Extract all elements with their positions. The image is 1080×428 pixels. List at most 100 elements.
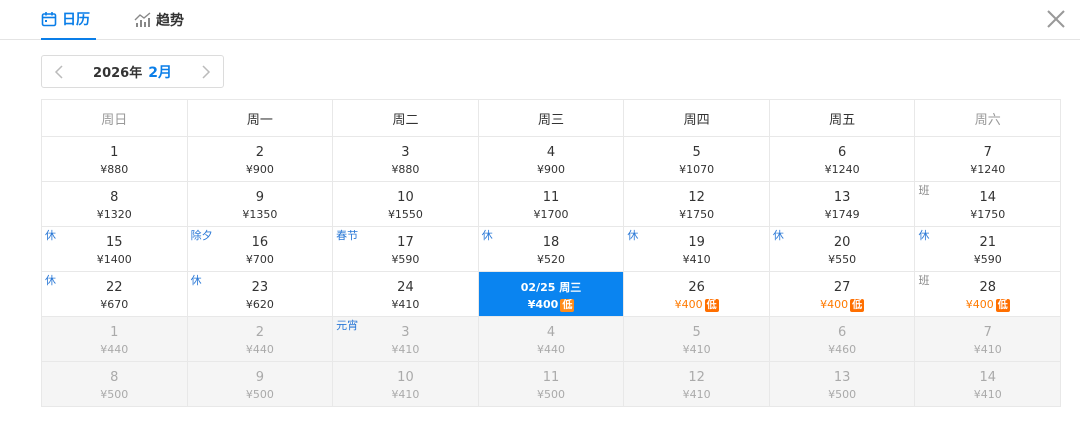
day-price: ¥440 <box>245 343 274 356</box>
day-price: ¥880 <box>100 163 129 176</box>
day-number: 2 <box>255 145 264 160</box>
day-cell[interactable]: 8 ¥500 <box>42 362 188 407</box>
day-cell[interactable]: 休 23 ¥620 <box>187 272 334 317</box>
day-cell[interactable]: 11 ¥1700 <box>478 182 625 227</box>
day-cell[interactable]: 休 22 ¥670 <box>42 272 188 317</box>
day-price: ¥700 <box>245 253 274 266</box>
day-price: ¥1070 <box>679 163 715 176</box>
day-cell[interactable]: 6 ¥460 <box>769 317 916 362</box>
day-cell[interactable]: 9 ¥500 <box>187 362 334 407</box>
day-cell[interactable]: 4 ¥440 <box>478 317 625 362</box>
day-number: 1 <box>110 145 119 160</box>
day-cell-selected[interactable]: 02/25 周三 ¥400 低 <box>478 272 625 317</box>
day-number: 26 <box>688 280 705 295</box>
day-cell[interactable]: 10 ¥410 <box>333 362 479 407</box>
tab-trend[interactable]: 趋势 <box>134 0 184 40</box>
day-cell[interactable]: 9 ¥1350 <box>187 182 334 227</box>
day-cell[interactable]: 6 ¥1240 <box>769 137 916 182</box>
tab-calendar[interactable]: 日历 <box>41 0 96 40</box>
day-number: 22 <box>106 280 123 295</box>
day-cell[interactable]: 除夕 16 ¥700 <box>187 227 334 272</box>
day-number: 4 <box>546 325 556 340</box>
day-cell[interactable]: 12 ¥1750 <box>624 182 770 227</box>
day-number: 14 <box>979 370 997 385</box>
current-month-label: 2月 <box>148 64 172 81</box>
day-cell[interactable]: 休 15 ¥1400 <box>42 227 188 272</box>
prev-month-button[interactable] <box>42 56 76 87</box>
day-price: ¥900 <box>537 163 566 176</box>
day-cell[interactable]: 4 ¥900 <box>478 137 625 182</box>
day-cell[interactable]: 休 20 ¥550 <box>769 227 916 272</box>
day-price: ¥520 <box>537 253 566 266</box>
day-cell[interactable]: 5 ¥410 <box>624 317 770 362</box>
day-price: ¥1750 <box>970 208 1006 221</box>
day-price-line: ¥1240 <box>915 163 1060 177</box>
day-cell[interactable]: 休 19 ¥410 <box>624 227 770 272</box>
day-cell[interactable]: 班 14 ¥1750 <box>915 182 1062 227</box>
day-number: 4 <box>546 145 556 160</box>
day-price: ¥410 <box>682 253 711 266</box>
day-price-line: ¥700 <box>188 253 333 267</box>
day-price: ¥440 <box>100 343 129 356</box>
day-price: ¥500 <box>245 388 274 401</box>
day-price-line: ¥1700 <box>479 208 624 222</box>
day-price: ¥460 <box>828 343 857 356</box>
day-price-line: ¥1240 <box>770 163 915 177</box>
day-price-line: ¥880 <box>42 163 187 177</box>
day-number: 7 <box>983 325 992 340</box>
day-cell[interactable]: 2 ¥440 <box>187 317 334 362</box>
day-number: 02/25 周三 <box>520 281 582 294</box>
day-price-line: ¥440 <box>188 343 333 357</box>
day-cell[interactable]: 27 ¥400 低 <box>769 272 916 317</box>
day-cell[interactable]: 13 ¥500 <box>769 362 916 407</box>
day-number: 17 <box>397 235 414 250</box>
day-cell[interactable]: 休 21 ¥590 <box>915 227 1062 272</box>
day-price: ¥590 <box>973 253 1002 266</box>
day-number: 6 <box>838 325 847 340</box>
day-number: 13 <box>833 370 851 385</box>
weekday-header: 周五 <box>769 100 916 137</box>
day-price: ¥1750 <box>679 208 715 221</box>
day-cell[interactable]: 2 ¥900 <box>187 137 334 182</box>
day-number: 19 <box>688 235 705 250</box>
close-icon[interactable] <box>1044 7 1068 31</box>
day-cell[interactable]: 3 ¥880 <box>333 137 479 182</box>
week-row: 8 ¥500 9 ¥500 10 ¥410 11 ¥500 12 ¥410 13 ¥500 14 ¥410 <box>42 362 1062 407</box>
day-cell[interactable]: 班 28 ¥400 低 <box>915 272 1062 317</box>
day-price-line: ¥1550 <box>333 208 478 222</box>
day-number: 10 <box>397 190 414 205</box>
day-cell[interactable]: 休 18 ¥520 <box>478 227 625 272</box>
day-cell[interactable]: 11 ¥500 <box>478 362 625 407</box>
day-cell[interactable]: 春节 17 ¥590 <box>333 227 479 272</box>
day-number: 12 <box>688 370 705 385</box>
day-cell[interactable]: 26 ¥400 低 <box>624 272 770 317</box>
day-number: 8 <box>110 190 119 205</box>
day-price-line: ¥460 <box>770 343 915 357</box>
day-cell[interactable]: 1 ¥880 <box>42 137 188 182</box>
day-cell[interactable]: 10 ¥1550 <box>333 182 479 227</box>
day-cell[interactable]: 12 ¥410 <box>624 362 770 407</box>
weekday-header: 周四 <box>624 100 770 137</box>
day-price: ¥1550 <box>387 208 423 221</box>
day-cell[interactable]: 14 ¥410 <box>915 362 1062 407</box>
next-month-button[interactable] <box>189 56 223 87</box>
day-number: 21 <box>979 235 997 250</box>
month-navigator: 2026年 2月 <box>41 55 224 88</box>
day-cell[interactable]: 1 ¥440 <box>42 317 188 362</box>
day-price: ¥500 <box>100 388 129 401</box>
day-cell[interactable]: 5 ¥1070 <box>624 137 770 182</box>
day-number: 2 <box>255 325 264 340</box>
day-price: ¥410 <box>391 388 420 401</box>
day-price-line: ¥1320 <box>42 208 187 222</box>
day-number: 10 <box>397 370 414 385</box>
day-cell[interactable]: 7 ¥1240 <box>915 137 1062 182</box>
day-cell[interactable]: 8 ¥1320 <box>42 182 188 227</box>
day-price-line: ¥590 <box>333 253 478 267</box>
day-cell[interactable]: 元宵 3 ¥410 <box>333 317 479 362</box>
day-number: 11 <box>542 190 560 205</box>
day-cell[interactable]: 7 ¥410 <box>915 317 1062 362</box>
day-cell[interactable]: 13 ¥1749 <box>769 182 916 227</box>
day-cell[interactable]: 24 ¥410 <box>333 272 479 317</box>
day-price-line: ¥400 低 <box>770 298 915 312</box>
day-price-line: ¥410 <box>915 343 1060 357</box>
